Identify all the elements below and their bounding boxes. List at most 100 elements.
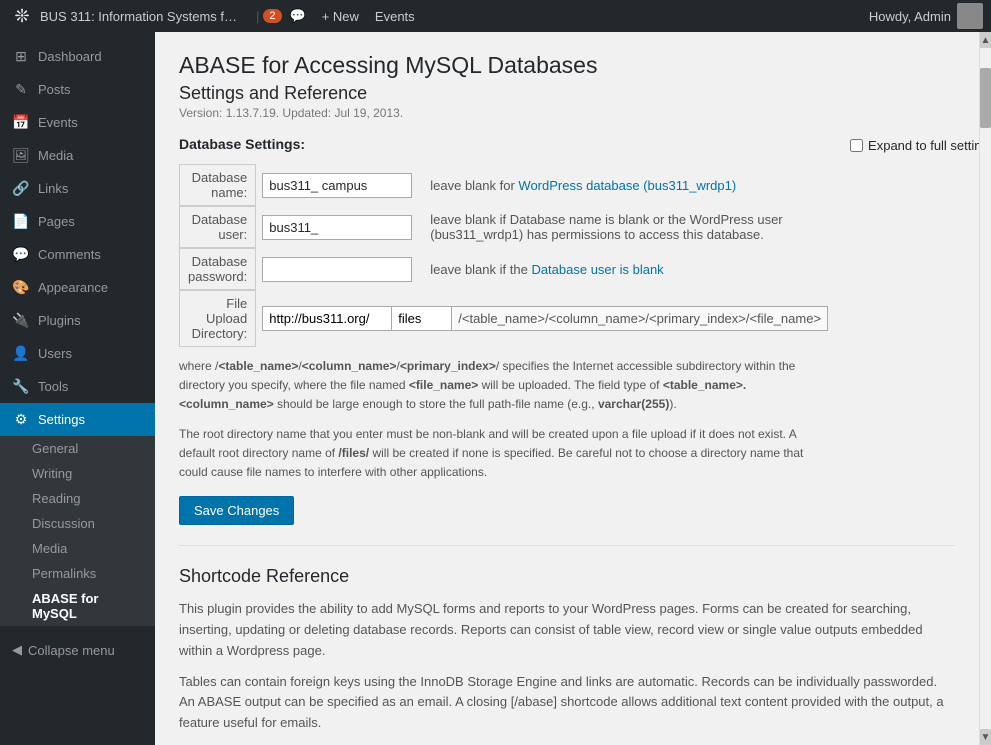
submenu-item-media[interactable]: Media (0, 536, 155, 561)
file-upload-label: File Upload Directory: (179, 290, 256, 347)
section-divider (179, 545, 955, 546)
file-upload-dir-input[interactable] (392, 306, 452, 331)
sidebar-item-events[interactable]: 📅 Events (0, 106, 155, 139)
sidebar-item-users[interactable]: 👤 Users (0, 337, 155, 370)
expand-settings-label[interactable]: Expand to full settings (850, 138, 979, 153)
collapse-menu-button[interactable]: ◀ Collapse menu (0, 634, 155, 666)
sidebar-item-label: Posts (38, 82, 71, 97)
howdy-label: Howdy, Admin (869, 9, 951, 24)
shortcode-para-1: This plugin provides the ability to add … (179, 599, 955, 661)
db-settings-title: Database Settings: (179, 136, 834, 152)
admin-bar: ❊ BUS 311: Information Systems for Globa… (0, 0, 991, 32)
avatar (957, 3, 983, 29)
sidebar: ⊞ Dashboard ✎ Posts 📅 Events 🖼 Media 🔗 L… (0, 32, 155, 745)
sidebar-item-label: Users (38, 346, 72, 361)
db-name-note: leave blank for WordPress database (bus3… (418, 164, 834, 206)
sidebar-item-plugins[interactable]: 🔌 Plugins (0, 304, 155, 337)
appearance-icon: 🎨 (12, 279, 30, 296)
db-password-input-cell (256, 248, 418, 290)
settings-submenu: General Writing Reading Discussion Media… (0, 436, 155, 626)
db-user-input[interactable] (262, 215, 412, 240)
expand-settings-checkbox[interactable] (850, 139, 863, 152)
events-icon: 📅 (12, 114, 30, 131)
submenu-item-general[interactable]: General (0, 436, 155, 461)
sidebar-item-label: Media (38, 148, 73, 163)
shortcode-reference-title: Shortcode Reference (179, 566, 955, 587)
collapse-menu-label: Collapse menu (28, 643, 115, 658)
users-icon: 👤 (12, 345, 30, 362)
sidebar-item-label: Plugins (38, 313, 81, 328)
wp-logo-icon[interactable]: ❊ (8, 0, 36, 32)
sidebar-item-label: Dashboard (38, 49, 102, 64)
db-name-input[interactable] (262, 173, 412, 198)
dashboard-icon: ⊞ (12, 48, 30, 65)
file-upload-suffix: /<table_name>/<column_name>/<primary_ind… (452, 306, 828, 331)
pages-icon: 📄 (12, 213, 30, 230)
links-icon: 🔗 (12, 180, 30, 197)
db-name-input-cell (256, 164, 418, 206)
page-title: ABASE for Accessing MySQL Databases (179, 52, 955, 79)
right-scrollbar[interactable]: ▲ ▼ (979, 32, 991, 745)
page-subtitle: Settings and Reference (179, 83, 955, 104)
db-user-input-cell (256, 206, 418, 248)
table-row: Database user: leave blank if Database n… (179, 206, 834, 248)
comments-icon: 💬 (12, 246, 30, 263)
sidebar-item-settings[interactable]: ⚙ Settings (0, 403, 155, 436)
submenu-item-writing[interactable]: Writing (0, 461, 155, 486)
collapse-arrow-icon: ◀ (12, 642, 22, 658)
version-info: Version: 1.13.7.19. Updated: Jul 19, 201… (179, 106, 955, 120)
shortcode-para-2: Tables can contain foreign keys using th… (179, 672, 955, 734)
scroll-track (980, 48, 991, 729)
file-upload-prefix-input[interactable] (262, 306, 392, 331)
submenu-item-discussion[interactable]: Discussion (0, 511, 155, 536)
sidebar-item-label: Comments (38, 247, 101, 262)
db-password-label: Database password: (179, 248, 256, 290)
table-row: Database password: leave blank if the Da… (179, 248, 834, 290)
file-upload-cell: /<table_name>/<column_name>/<primary_ind… (256, 290, 834, 347)
scroll-up-button[interactable]: ▲ (980, 32, 991, 48)
sidebar-item-appearance[interactable]: 🎨 Appearance (0, 271, 155, 304)
db-name-link[interactable]: WordPress database (bus311_wrdp1) (518, 178, 736, 193)
submenu-item-permalinks[interactable]: Permalinks (0, 561, 155, 586)
sidebar-item-label: Events (38, 115, 78, 130)
submenu-item-abase[interactable]: ABASE for MySQL (0, 586, 155, 626)
sidebar-item-tools[interactable]: 🔧 Tools (0, 370, 155, 403)
sidebar-item-label: Appearance (38, 280, 108, 295)
db-fields-table: Database name: leave blank for WordPress… (179, 164, 834, 347)
events-button[interactable]: Events (375, 9, 415, 24)
db-description-1: where /<table_name>/<column_name>/<prima… (179, 357, 834, 415)
content-area: ABASE for Accessing MySQL Databases Sett… (155, 32, 979, 745)
sidebar-item-label: Tools (38, 379, 68, 394)
howdy-section: Howdy, Admin (869, 3, 983, 29)
updates-badge[interactable]: 2 (263, 9, 281, 23)
db-password-note: leave blank if the Database user is blan… (418, 248, 834, 290)
save-changes-button[interactable]: Save Changes (179, 496, 294, 525)
db-name-label: Database name: (179, 164, 256, 206)
table-row: Database name: leave blank for WordPress… (179, 164, 834, 206)
sidebar-item-label: Pages (38, 214, 75, 229)
sidebar-item-media[interactable]: 🖼 Media (0, 139, 155, 172)
tools-icon: 🔧 (12, 378, 30, 395)
table-row: File Upload Directory: /<table_name>/<co… (179, 290, 834, 347)
settings-icon: ⚙ (12, 411, 30, 428)
plugins-icon: 🔌 (12, 312, 30, 329)
posts-icon: ✎ (12, 81, 30, 98)
db-description-2: The root directory name that you enter m… (179, 425, 834, 483)
sidebar-item-label: Links (38, 181, 68, 196)
site-name[interactable]: BUS 311: Information Systems for Global.… (40, 9, 240, 24)
sidebar-item-links[interactable]: 🔗 Links (0, 172, 155, 205)
submenu-item-reading[interactable]: Reading (0, 486, 155, 511)
scroll-thumb[interactable] (980, 68, 991, 128)
sidebar-item-posts[interactable]: ✎ Posts (0, 73, 155, 106)
comments-icon[interactable]: 💬 (290, 8, 306, 24)
db-user-label: Database user: (179, 206, 256, 248)
scroll-down-button[interactable]: ▼ (980, 729, 991, 745)
new-button[interactable]: + New (314, 5, 367, 28)
media-icon: 🖼 (12, 147, 30, 164)
db-user-link[interactable]: Database user is blank (531, 262, 663, 277)
db-password-input[interactable] (262, 257, 412, 282)
sidebar-item-comments[interactable]: 💬 Comments (0, 238, 155, 271)
sidebar-item-label: Settings (38, 412, 85, 427)
sidebar-item-dashboard[interactable]: ⊞ Dashboard (0, 40, 155, 73)
sidebar-item-pages[interactable]: 📄 Pages (0, 205, 155, 238)
